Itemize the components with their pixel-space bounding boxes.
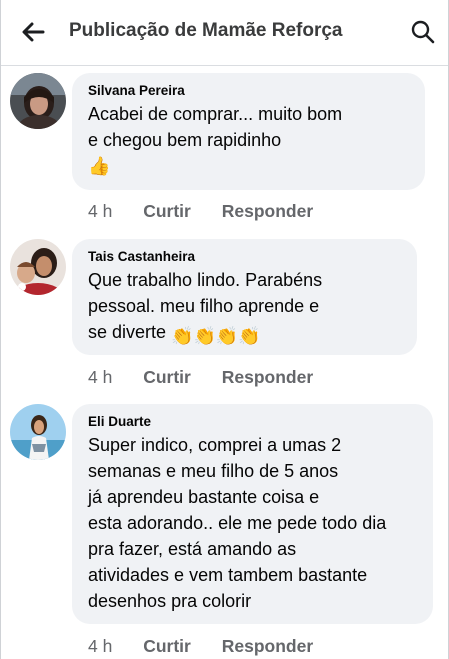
comment-line: Acabei de comprar... muito bom (88, 104, 343, 124)
avatar[interactable] (10, 239, 66, 295)
avatar-image (10, 73, 66, 129)
comment-line: Que trabalho lindo. Parabéns (88, 270, 323, 290)
comment-text: Acabei de comprar... muito bom e chegou … (88, 101, 409, 179)
comment-text: Que trabalho lindo. Parabéns pessoal. me… (88, 267, 401, 349)
comment-line: e chegou bem rapidinho (88, 130, 282, 150)
comment-actions: 4 h Curtir Responder (88, 367, 339, 388)
like-button[interactable]: Curtir (143, 367, 191, 387)
comment-author[interactable]: Silvana Pereira (88, 83, 409, 99)
search-icon (411, 20, 435, 44)
comment-actions: 4 h Curtir Responder (88, 201, 339, 222)
comment-line: pessoal. meu filho aprende e (88, 296, 320, 316)
comment-line: pra fazer, está amando as (88, 539, 297, 559)
comment-line: já aprendeu bastante coisa e (88, 487, 320, 507)
avatar-image (10, 239, 66, 295)
avatar[interactable] (10, 404, 66, 460)
search-button[interactable] (409, 18, 437, 46)
back-button[interactable] (19, 18, 47, 46)
comment-line: semanas e meu filho de 5 anos (88, 461, 339, 481)
like-button[interactable]: Curtir (143, 201, 191, 221)
comment-text: Super indico, comprei a umas 2 semanas e… (88, 432, 417, 614)
avatar-image (10, 404, 66, 460)
comment-author[interactable]: Eli Duarte (88, 414, 417, 430)
page-title: Publicação de Mamãe Reforça (69, 20, 343, 41)
comment-line-text: se diverte (88, 322, 167, 342)
comment-actions: 4 h Curtir Responder (88, 636, 339, 657)
clapping-hands-emoji: 👏👏👏👏 (171, 326, 261, 346)
like-button[interactable]: Curtir (143, 636, 191, 656)
avatar[interactable] (10, 73, 66, 129)
thumbs-up-emoji: 👍 (88, 156, 111, 176)
comment-timestamp[interactable]: 4 h (88, 201, 112, 221)
comment-bubble: Tais Castanheira Que trabalho lindo. Par… (72, 239, 417, 355)
comment-line: desenhos pra colorir (88, 591, 252, 611)
comment-author[interactable]: Tais Castanheira (88, 249, 401, 265)
top-bar: Publicação de Mamãe Reforça (1, 0, 448, 66)
comment-line: atividades e vem tambem bastante (88, 565, 368, 585)
comment-line: se diverte 👏👏👏👏 (88, 319, 401, 349)
comment-line: esta adorando.. ele me pede todo dia (88, 513, 387, 533)
reply-button[interactable]: Responder (222, 636, 313, 656)
comment-bubble: Silvana Pereira Acabei de comprar... mui… (72, 73, 425, 190)
comment-line: Super indico, comprei a umas 2 (88, 435, 342, 455)
comment-timestamp[interactable]: 4 h (88, 636, 112, 656)
reply-button[interactable]: Responder (222, 367, 313, 387)
arrow-left-icon (22, 22, 45, 42)
reply-button[interactable]: Responder (222, 201, 313, 221)
comment-timestamp[interactable]: 4 h (88, 367, 112, 387)
comment-bubble: Eli Duarte Super indico, comprei a umas … (72, 404, 433, 624)
